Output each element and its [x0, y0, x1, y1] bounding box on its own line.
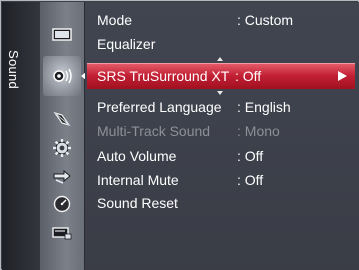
menu-item-value: : Off [237, 172, 264, 188]
menu-item-srs-trusurround-xt[interactable]: SRS TruSurround XT : Off [97, 65, 353, 87]
menu-item-label: Sound Reset [97, 195, 178, 211]
menu-item-label: Equalizer [97, 36, 156, 52]
menu-item-equalizer[interactable]: Equalizer [97, 33, 355, 55]
menu-item-auto-volume[interactable]: Auto Volume : Off [97, 145, 355, 167]
menu-item-value: : Off [237, 148, 264, 164]
submenu-arrow-icon[interactable] [338, 71, 347, 81]
scroll-down-arrow-icon [217, 91, 223, 95]
category-tab: Sound [2, 2, 40, 270]
menu-item-value: : Custom [237, 12, 294, 28]
menu-item-value: : Mono [237, 123, 280, 139]
menu-item-value: : Off [235, 68, 262, 84]
menu-item-label: Multi-Track Sound [97, 123, 211, 139]
sound-icon[interactable] [50, 65, 74, 87]
channel-icon[interactable] [50, 108, 74, 130]
menu-item-preferred-language[interactable]: Preferred Language : English [97, 96, 355, 118]
osd-menu-frame: Sound Mode : Custom Equalizer Preferred … [0, 0, 359, 270]
menu-item-sound-reset[interactable]: Sound Reset [97, 192, 355, 214]
menu-item-label: Internal Mute [97, 172, 179, 188]
support-icon[interactable] [50, 222, 74, 244]
picture-icon[interactable] [50, 24, 74, 46]
menu-item-value: : English [237, 99, 291, 115]
menu-item-label: Preferred Language [97, 99, 222, 115]
menu-item-multi-track-sound: Multi-Track Sound : Mono [97, 120, 355, 142]
input-icon[interactable] [50, 165, 74, 187]
menu-item-label: Mode [97, 12, 133, 28]
setup-icon[interactable] [50, 137, 74, 159]
category-tab-label: Sound [6, 50, 21, 90]
menu-item-internal-mute[interactable]: Internal Mute : Off [97, 169, 355, 191]
application-icon[interactable] [50, 193, 74, 215]
menu-item-label: Auto Volume [97, 148, 177, 164]
sound-menu-list: Mode : Custom Equalizer Preferred Langua… [85, 2, 359, 270]
menu-item-mode[interactable]: Mode : Custom [97, 9, 355, 31]
menu-item-label: SRS TruSurround XT [97, 68, 230, 84]
scroll-up-arrow-icon [217, 57, 223, 61]
category-icon-column [40, 2, 85, 270]
